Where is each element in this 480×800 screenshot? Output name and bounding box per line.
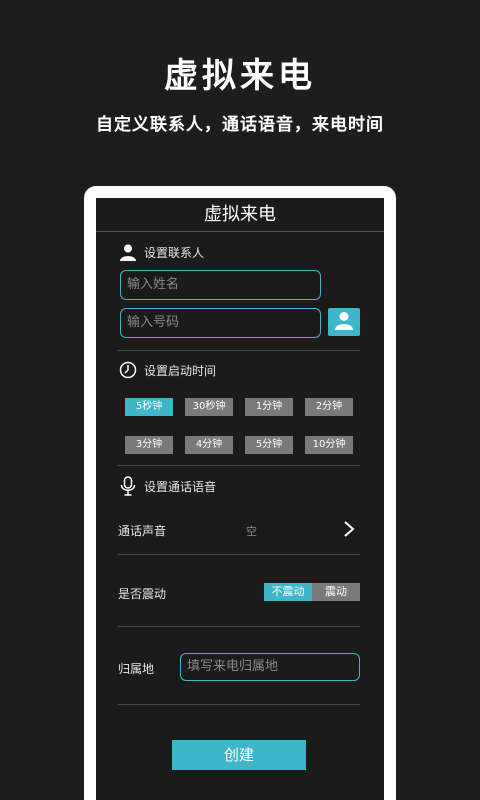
voice-heading-label: 设置通话语音 bbox=[144, 479, 217, 494]
call-sound-value[interactable]: 空 bbox=[246, 523, 257, 539]
time-option-1m[interactable]: 1分钟 bbox=[245, 398, 293, 416]
time-option-5s[interactable]: 5秒钟 bbox=[125, 398, 173, 416]
start-time-section-heading: 设置启动时间 bbox=[118, 360, 216, 380]
vibrate-on-button[interactable]: 震动 bbox=[312, 583, 360, 601]
create-button[interactable]: 创建 bbox=[172, 740, 306, 770]
person-icon bbox=[118, 242, 138, 262]
call-sound-label: 通话声音 bbox=[118, 524, 167, 538]
app-header: 虚拟来电 bbox=[96, 198, 384, 232]
time-option-2m[interactable]: 2分钟 bbox=[305, 398, 353, 416]
time-option-3m[interactable]: 3分钟 bbox=[125, 436, 173, 454]
clock-icon bbox=[118, 360, 138, 380]
contact-section-heading: 设置联系人 bbox=[118, 242, 204, 262]
divider bbox=[118, 704, 360, 705]
divider bbox=[118, 350, 360, 351]
name-input[interactable]: 输入姓名 bbox=[120, 270, 321, 300]
number-input[interactable]: 输入号码 bbox=[120, 308, 321, 338]
time-option-30s[interactable]: 30秒钟 bbox=[185, 398, 233, 416]
hero-title: 虚拟来电 bbox=[164, 56, 316, 96]
vibrate-off-button[interactable]: 不震动 bbox=[264, 583, 312, 601]
location-label: 归属地 bbox=[118, 662, 155, 676]
divider bbox=[118, 465, 360, 466]
hero-subtitle: 自定义联系人，通话语音，来电时间 bbox=[96, 115, 384, 135]
microphone-icon bbox=[118, 476, 138, 496]
phone-screen: 虚拟来电 设置联系人 输入姓名 输入号码 设置启动时间 5秒钟 30秒钟 1分钟… bbox=[96, 198, 384, 800]
divider bbox=[118, 626, 360, 627]
vibrate-label: 是否震动 bbox=[118, 587, 167, 601]
contact-picker-button[interactable] bbox=[328, 308, 360, 336]
start-time-heading-label: 设置启动时间 bbox=[144, 363, 217, 378]
contact-heading-label: 设置联系人 bbox=[144, 245, 205, 260]
chevron-right-icon[interactable] bbox=[342, 520, 356, 538]
voice-section-heading: 设置通话语音 bbox=[118, 476, 216, 496]
time-option-4m[interactable]: 4分钟 bbox=[185, 436, 233, 454]
time-option-10m[interactable]: 10分钟 bbox=[305, 436, 353, 454]
time-option-5m[interactable]: 5分钟 bbox=[245, 436, 293, 454]
contact-card-icon bbox=[333, 310, 355, 334]
divider bbox=[118, 554, 360, 555]
location-input[interactable]: 填写来电归属地 bbox=[180, 653, 360, 681]
